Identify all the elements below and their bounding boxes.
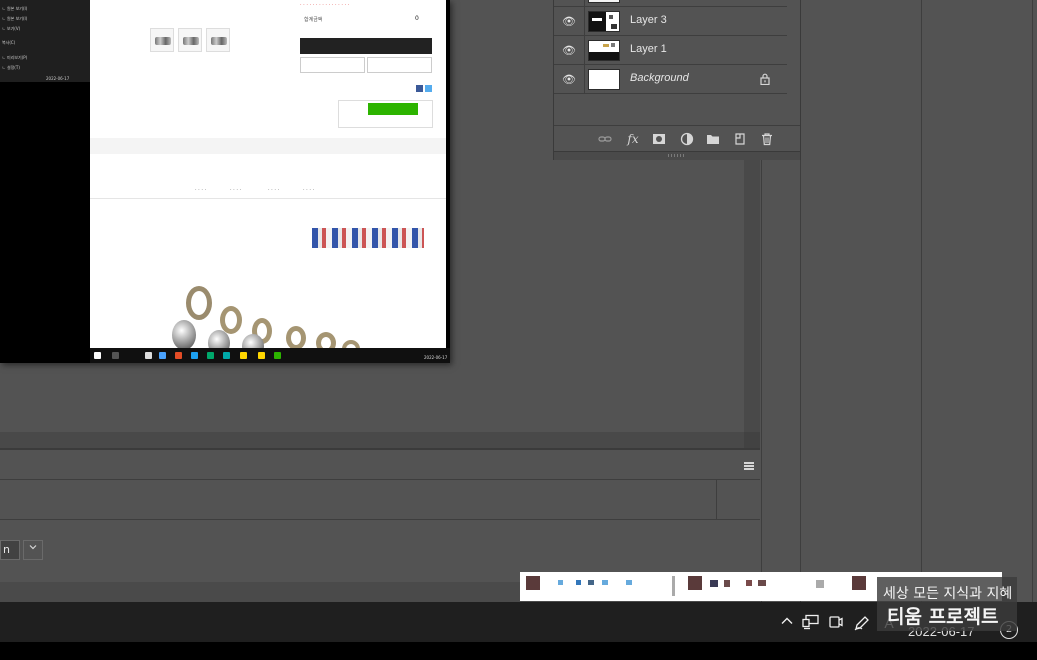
cart-button bbox=[300, 57, 365, 73]
chevron-up-icon[interactable] bbox=[778, 614, 796, 632]
embedded-screenshot-image: ㄴ 원본 보기(I) ㄴ 원본 보기(I) ㄴ 보기(V) 복사(C) ㄴ 미리… bbox=[0, 0, 450, 363]
watermark: 세상 모든 지식과 지혜 티움 프로젝트 bbox=[877, 577, 1017, 631]
layer-thumbnail bbox=[588, 40, 620, 61]
layer-thumbnail bbox=[588, 69, 620, 90]
panel-divider bbox=[761, 160, 762, 602]
layer-name[interactable]: Layer 3 bbox=[630, 14, 667, 26]
folder-icon[interactable] bbox=[706, 132, 720, 146]
layer-name[interactable]: Background bbox=[630, 72, 689, 84]
tab-divider bbox=[90, 198, 446, 199]
screen-bottom-edge bbox=[0, 642, 1037, 660]
mask-icon[interactable] bbox=[652, 132, 666, 146]
embedded-clock-date: 2022-06-17 bbox=[424, 355, 448, 360]
lock-icon[interactable] bbox=[760, 73, 770, 85]
panel-divider bbox=[921, 0, 922, 602]
pen-icon[interactable] bbox=[853, 614, 871, 632]
visibility-eye-icon[interactable]: 👁 bbox=[562, 44, 576, 57]
layer-name[interactable]: Layer 1 bbox=[630, 43, 667, 55]
embedded-taskbar: 2022-06-17 bbox=[90, 348, 450, 363]
new-layer-icon[interactable] bbox=[733, 132, 747, 146]
product-thumb bbox=[178, 28, 202, 52]
camera-icon[interactable] bbox=[827, 614, 845, 632]
buy-now-button bbox=[300, 38, 432, 54]
layers-panel-toolbar: fx bbox=[554, 125, 800, 151]
chevron-down-icon[interactable] bbox=[23, 540, 43, 560]
embedded-context-menu: ㄴ 원본 보기(I) ㄴ 원본 보기(I) ㄴ 보기(V) 복사(C) ㄴ 미리… bbox=[0, 0, 90, 82]
canvas-horizontal-scrollbar[interactable] bbox=[0, 432, 744, 448]
embedded-webpage: · · · · · · · · · · · · · · · · 합계금액 0 ·… bbox=[90, 0, 446, 348]
link-icon[interactable] bbox=[598, 132, 612, 146]
bottom-panel-row bbox=[0, 480, 760, 520]
panel-divider bbox=[800, 160, 801, 602]
layer-row[interactable] bbox=[554, 0, 787, 7]
bottom-panel-header bbox=[0, 452, 760, 480]
adjustment-icon[interactable] bbox=[680, 132, 694, 146]
product-thumb bbox=[206, 28, 230, 52]
layer-row-background[interactable]: 👁 Background bbox=[554, 65, 787, 94]
visibility-eye-icon[interactable]: 👁 bbox=[562, 73, 576, 86]
embedded-black-area bbox=[0, 82, 90, 363]
panel-resize-grip[interactable] bbox=[554, 151, 800, 160]
product-thumb bbox=[150, 28, 174, 52]
network-icon[interactable] bbox=[802, 614, 820, 632]
trash-icon[interactable] bbox=[760, 132, 774, 146]
wishlist-button bbox=[367, 57, 432, 73]
mode-dropdown[interactable]: n bbox=[0, 540, 20, 560]
layer-thumbnail bbox=[588, 11, 620, 32]
fx-icon[interactable]: fx bbox=[626, 132, 640, 146]
pixelated-banner bbox=[312, 228, 424, 248]
layers-panel: 👁 Layer 3 👁 Layer 1 👁 Background fx bbox=[553, 0, 801, 160]
layer-row-layer-1[interactable]: 👁 Layer 1 bbox=[554, 36, 787, 65]
facebook-icon bbox=[416, 85, 423, 92]
section-divider bbox=[90, 138, 446, 154]
twitter-icon bbox=[425, 85, 432, 92]
hamburger-menu-icon[interactable] bbox=[744, 462, 754, 470]
visibility-eye-icon[interactable]: 👁 bbox=[562, 15, 576, 28]
npay-button bbox=[368, 103, 418, 115]
layer-row-layer-3[interactable]: 👁 Layer 3 bbox=[554, 7, 787, 36]
scrollbar-corner bbox=[744, 432, 760, 448]
watermark-line1: 세상 모든 지식과 지혜 bbox=[883, 586, 1013, 602]
watermark-line2: 티움 프로젝트 bbox=[887, 606, 999, 628]
panel-divider bbox=[1032, 0, 1033, 602]
